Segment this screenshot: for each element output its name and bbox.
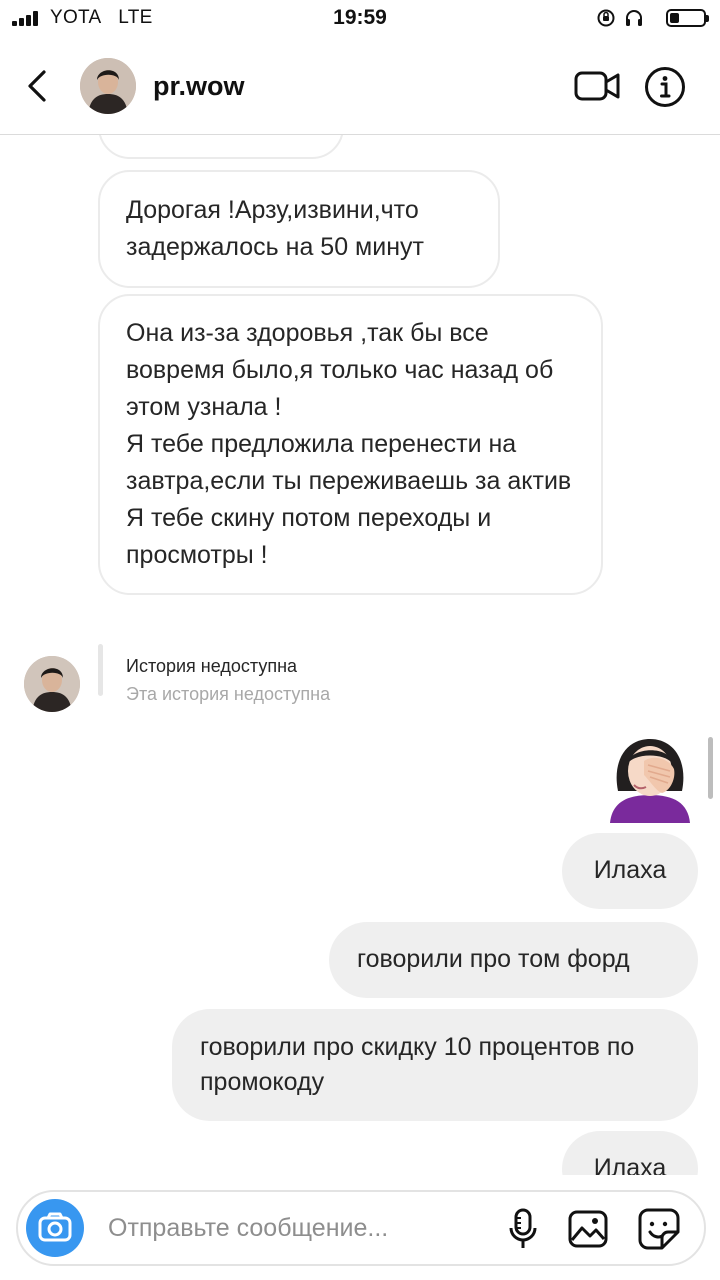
orientation-lock-icon — [597, 9, 615, 27]
woman-facepalming-icon — [610, 739, 690, 823]
chat-header: pr.wow — [0, 38, 720, 135]
sticker-button[interactable] — [638, 1208, 680, 1250]
message-text: Илаха — [593, 1154, 667, 1175]
facepalm-emoji-message[interactable] — [604, 731, 696, 823]
video-call-icon — [574, 71, 620, 101]
message-bubble-incoming[interactable]: Она из-за здоровья ,так бы все вовремя б… — [98, 294, 603, 595]
microphone-icon — [509, 1208, 537, 1248]
video-call-button[interactable] — [574, 68, 620, 104]
battery-icon — [666, 9, 709, 27]
message-text: говорили про скидку 10 процентов по пром… — [200, 1033, 635, 1096]
message-bubble-outgoing[interactable]: говорили про скидку 10 процентов по пром… — [172, 1009, 698, 1121]
gallery-icon — [568, 1210, 608, 1248]
contact-username[interactable]: pr.wow — [153, 71, 245, 102]
headphones-icon — [626, 10, 642, 26]
message-bubble-outgoing[interactable]: Илаха — [562, 1131, 698, 1175]
story-title: История недоступна — [126, 656, 298, 676]
camera-icon — [38, 1212, 72, 1242]
voice-message-button[interactable] — [508, 1208, 538, 1250]
sender-avatar[interactable] — [24, 656, 80, 712]
contact-avatar[interactable] — [80, 58, 136, 114]
message-text: Я тебе предложила перенести на завтра,ес… — [126, 430, 572, 495]
scrollbar[interactable] — [708, 737, 713, 799]
message-text: Илаха — [593, 856, 667, 884]
story-quote-bar — [98, 644, 103, 696]
message-text: Дорогая !Арзу,извини,что задержалось на … — [126, 196, 424, 261]
story-subtitle: Эта история недоступна — [126, 684, 331, 704]
status-icons — [596, 6, 709, 30]
message-bubble-incoming[interactable]: Дорогая !Арзу,извини,что задержалось на … — [98, 170, 500, 288]
sticker-icon — [638, 1208, 680, 1250]
message-bubble-incoming-clipped[interactable] — [98, 135, 344, 159]
camera-button[interactable] — [26, 1199, 84, 1257]
message-text: Я тебе скину потом переходы и просмотры … — [126, 504, 492, 569]
gallery-button[interactable] — [568, 1210, 608, 1248]
message-thread[interactable]: Дорогая !Арзу,извини,что задержалось на … — [0, 135, 720, 1175]
info-button[interactable] — [644, 66, 686, 108]
message-composer — [16, 1190, 706, 1266]
back-chevron-icon — [28, 70, 46, 102]
message-input[interactable] — [108, 1210, 438, 1246]
message-bubble-outgoing[interactable]: говорили про том форд — [329, 922, 698, 998]
message-bubble-outgoing[interactable]: Илаха — [562, 833, 698, 909]
message-text: говорили про том форд — [357, 945, 630, 973]
info-icon — [645, 67, 685, 107]
status-bar: YOTA LTE 19:59 — [0, 0, 720, 38]
back-button[interactable] — [22, 66, 56, 106]
message-text: Она из-за здоровья ,так бы все вовремя б… — [126, 319, 554, 421]
